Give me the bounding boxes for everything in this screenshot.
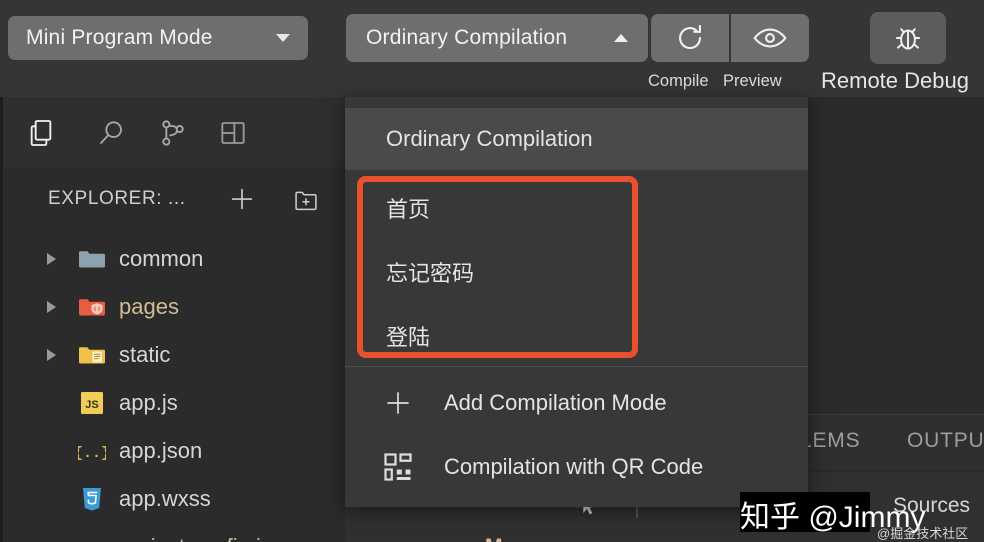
app-window: Mini Program Mode Ordinary Compilation C… bbox=[0, 0, 984, 542]
tree-label: app.json bbox=[119, 438, 203, 463]
mini-program-mode-dropdown[interactable]: Mini Program Mode bbox=[8, 16, 308, 60]
tree-label: app.wxss bbox=[119, 486, 211, 511]
files-icon bbox=[30, 120, 52, 146]
tree-row-static[interactable]: static bbox=[3, 331, 348, 379]
chevron-right-icon[interactable] bbox=[47, 301, 56, 313]
preview-caption: Preview bbox=[723, 72, 782, 90]
menu-item-add-compilation-mode[interactable]: Add Compilation Mode bbox=[345, 372, 808, 434]
remote-debug-button[interactable] bbox=[870, 12, 946, 64]
json-icon: {..} bbox=[77, 534, 107, 542]
folder-pages-icon bbox=[77, 294, 107, 320]
tree-label: project.config.json bbox=[119, 534, 296, 542]
compilation-mode-label: Ordinary Compilation bbox=[366, 26, 568, 49]
bug-icon bbox=[895, 28, 921, 50]
tree-row-pages[interactable]: pages bbox=[3, 283, 348, 331]
menu-item-label: Ordinary Compilation bbox=[386, 126, 593, 151]
json-icon: {..} bbox=[77, 438, 107, 464]
menu-item-page-mode-1[interactable]: 忘记密码 bbox=[345, 243, 808, 301]
compile-caption: Compile bbox=[648, 72, 709, 90]
tree-label: static bbox=[119, 342, 171, 367]
svg-text:JS: JS bbox=[85, 399, 98, 411]
menu-divider bbox=[345, 366, 808, 367]
chevron-right-icon[interactable] bbox=[47, 253, 56, 265]
folder-static-icon bbox=[77, 342, 107, 368]
menu-item-label: Add Compilation Mode bbox=[444, 390, 667, 415]
menu-item-label: 忘记密码 bbox=[386, 261, 475, 286]
remote-debug-caption: Remote Debug bbox=[821, 68, 969, 93]
sidebar-item-layout[interactable] bbox=[213, 113, 253, 153]
new-folder-button[interactable] bbox=[289, 183, 323, 217]
eye-icon bbox=[753, 28, 787, 48]
tab-output[interactable]: OUTPU bbox=[907, 429, 984, 453]
explorer-title: EXPLORER: ... bbox=[48, 188, 186, 209]
qr-code-icon bbox=[380, 449, 416, 485]
sidebar-item-explorer[interactable] bbox=[21, 113, 61, 153]
top-toolbar: Mini Program Mode Ordinary Compilation C… bbox=[0, 0, 984, 97]
file-tree: common pages static JS app.js .. app.jso… bbox=[3, 235, 503, 542]
chevron-up-icon bbox=[614, 34, 628, 42]
new-folder-icon bbox=[295, 191, 317, 211]
menu-item-compilation-with-qr-code[interactable]: Compilation with QR Code bbox=[345, 436, 808, 498]
new-file-button[interactable] bbox=[225, 182, 259, 216]
chevron-down-icon bbox=[276, 34, 290, 42]
branch-icon bbox=[162, 120, 184, 146]
js-icon: JS bbox=[77, 390, 107, 416]
menu-item-label: 登陆 bbox=[386, 325, 431, 350]
plus-icon bbox=[231, 188, 253, 210]
refresh-icon bbox=[679, 24, 701, 50]
status-badge: M bbox=[485, 535, 503, 542]
compilation-mode-menu: Ordinary Compilation 首页 忘记密码 登陆 Add Comp… bbox=[345, 97, 808, 507]
preview-button[interactable] bbox=[731, 14, 809, 62]
split-layout-icon bbox=[221, 122, 245, 144]
tree-row-app-json[interactable]: {..} app.json bbox=[3, 427, 348, 475]
plus-icon bbox=[380, 385, 416, 421]
watermark-backdrop bbox=[740, 492, 870, 532]
folder-blue-icon bbox=[77, 246, 107, 272]
activity-bar bbox=[3, 97, 348, 167]
tree-row-app-js[interactable]: JS app.js bbox=[3, 379, 348, 427]
search-icon bbox=[100, 121, 122, 144]
tree-row-app-wxss[interactable]: app.wxss bbox=[3, 475, 348, 523]
tree-label: common bbox=[119, 246, 204, 271]
compile-button[interactable] bbox=[651, 14, 729, 62]
chevron-right-icon[interactable] bbox=[47, 349, 56, 361]
tree-row-project-config-json[interactable]: {..} project.config.json M bbox=[3, 523, 503, 542]
menu-item-page-mode-0[interactable]: 首页 bbox=[345, 179, 808, 237]
mini-program-mode-label: Mini Program Mode bbox=[26, 26, 213, 49]
svg-text:{..}: {..} bbox=[78, 445, 106, 462]
menu-item-label: Compilation with QR Code bbox=[444, 454, 704, 479]
tree-label: app.js bbox=[119, 390, 178, 415]
tab-sources[interactable]: Sources bbox=[893, 494, 970, 518]
menu-item-ordinary-compilation[interactable]: Ordinary Compilation bbox=[345, 108, 808, 170]
compilation-mode-dropdown[interactable]: Ordinary Compilation bbox=[346, 14, 648, 62]
menu-item-label: 首页 bbox=[386, 197, 431, 222]
sidebar-item-search[interactable] bbox=[91, 113, 131, 153]
sidebar: EXPLORER: ... common pages static JS app… bbox=[0, 97, 503, 542]
explorer-header: EXPLORER: ... bbox=[3, 169, 348, 229]
menu-item-page-mode-2[interactable]: 登陆 bbox=[345, 307, 808, 365]
sidebar-item-source-control[interactable] bbox=[153, 113, 193, 153]
tree-row-common[interactable]: common bbox=[3, 235, 348, 283]
tab-problems[interactable]: LEMS bbox=[800, 429, 860, 453]
tree-label: pages bbox=[119, 294, 179, 319]
css-icon bbox=[77, 486, 107, 512]
